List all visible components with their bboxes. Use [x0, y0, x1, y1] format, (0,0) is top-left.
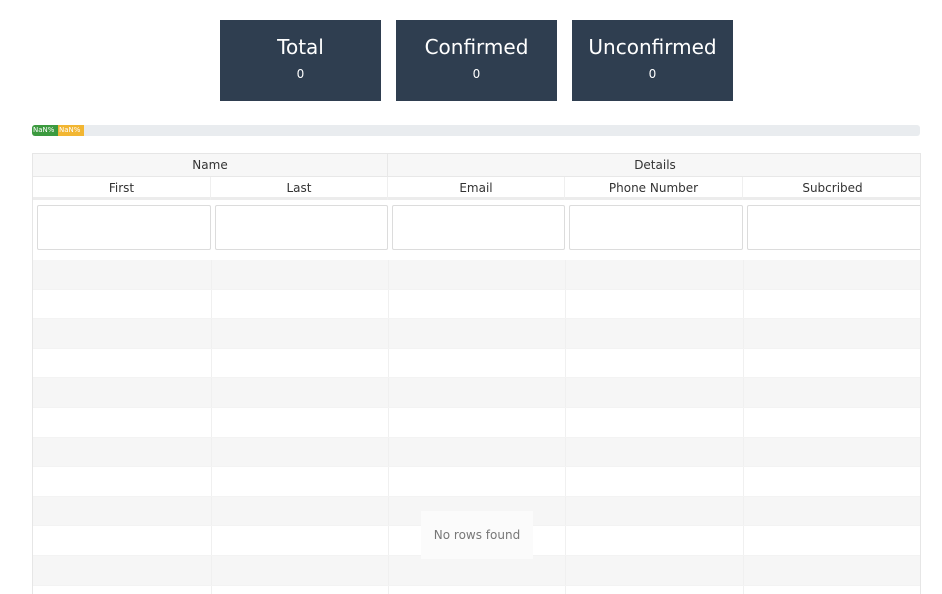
- table-row: [33, 378, 920, 408]
- column-divider: [388, 437, 389, 467]
- column-divider: [211, 526, 212, 555]
- column-divider: [743, 319, 744, 348]
- confirmed-card: Confirmed 0: [396, 20, 557, 101]
- column-divider: [743, 585, 744, 594]
- column-divider: [743, 526, 744, 555]
- column-divider: [388, 467, 389, 496]
- column-divider: [211, 319, 212, 348]
- column-header-phone-number[interactable]: Phone Number: [565, 177, 743, 200]
- group-header-details: Details: [634, 158, 676, 172]
- column-divider: [743, 289, 744, 319]
- filter-first-input[interactable]: [37, 205, 211, 250]
- column-divider: [565, 319, 566, 348]
- group-header-name: Name: [33, 154, 388, 177]
- total-card: Total 0: [220, 20, 381, 101]
- table-row: [33, 348, 920, 379]
- unconfirmed-progress-segment: NaN%: [58, 125, 84, 136]
- column-divider: [211, 378, 212, 407]
- column-divider: [211, 585, 212, 594]
- no-rows-message: No rows found: [421, 511, 533, 559]
- column-divider: [743, 437, 744, 467]
- column-divider: [211, 555, 212, 585]
- filter-email-input[interactable]: [392, 205, 565, 250]
- column-divider: [388, 378, 389, 407]
- filter-phone-number-input[interactable]: [569, 205, 743, 250]
- column-divider: [743, 407, 744, 437]
- column-divider: [211, 260, 212, 289]
- total-card-title: Total: [277, 35, 324, 59]
- table-row: [33, 289, 920, 320]
- column-divider: [743, 260, 744, 289]
- table-row: [33, 407, 920, 438]
- unconfirmed-card-count: 0: [648, 67, 657, 81]
- column-divider: [211, 348, 212, 378]
- table-row: [33, 437, 920, 468]
- column-header-row: First Last Email Phone Number Subcribed: [33, 177, 920, 200]
- column-divider: [565, 407, 566, 437]
- column-divider: [565, 585, 566, 594]
- column-divider: [388, 407, 389, 437]
- column-divider: [388, 348, 389, 378]
- column-divider: [743, 496, 744, 526]
- filter-subscribed-input[interactable]: [747, 205, 920, 250]
- table-row: [33, 467, 920, 497]
- column-divider: [388, 260, 389, 289]
- column-divider: [388, 496, 389, 526]
- contacts-table: Name Details First Last Email Phone Numb…: [32, 153, 921, 594]
- column-header-email[interactable]: Email: [388, 177, 565, 200]
- confirmed-card-title: Confirmed: [424, 35, 529, 59]
- table-row: [33, 555, 920, 586]
- confirmation-progress-bar: NaN% NaN%: [32, 125, 920, 136]
- column-divider: [565, 555, 566, 585]
- column-group-header: Name Details: [33, 154, 920, 177]
- column-divider: [388, 526, 389, 555]
- column-header-subscribed[interactable]: Subcribed: [743, 177, 920, 200]
- column-divider: [565, 467, 566, 496]
- unconfirmed-card-title: Unconfirmed: [588, 35, 717, 59]
- total-card-count: 0: [296, 67, 305, 81]
- column-divider: [211, 407, 212, 437]
- column-divider: [388, 555, 389, 585]
- column-header-first[interactable]: First: [33, 177, 211, 200]
- column-divider: [565, 378, 566, 407]
- confirmed-progress-segment: NaN%: [32, 125, 58, 136]
- table-row: [33, 585, 920, 594]
- table-row: [33, 319, 920, 349]
- column-divider: [211, 496, 212, 526]
- column-divider: [565, 260, 566, 289]
- column-divider: [743, 467, 744, 496]
- column-divider: [388, 585, 389, 594]
- filter-row: [33, 203, 920, 259]
- column-divider: [743, 555, 744, 585]
- column-divider: [565, 437, 566, 467]
- column-divider: [211, 437, 212, 467]
- column-divider: [565, 289, 566, 319]
- column-divider: [211, 289, 212, 319]
- column-divider: [743, 348, 744, 378]
- filter-last-input[interactable]: [215, 205, 388, 250]
- unconfirmed-card: Unconfirmed 0: [572, 20, 733, 101]
- column-divider: [211, 467, 212, 496]
- column-divider: [565, 526, 566, 555]
- confirmed-card-count: 0: [472, 67, 481, 81]
- column-divider: [388, 319, 389, 348]
- summary-cards: Total 0 Confirmed 0 Unconfirmed 0: [0, 20, 942, 101]
- column-header-last[interactable]: Last: [211, 177, 388, 200]
- column-divider: [565, 348, 566, 378]
- table-row: [33, 260, 920, 290]
- column-divider: [743, 378, 744, 407]
- column-divider: [388, 289, 389, 319]
- column-divider: [565, 496, 566, 526]
